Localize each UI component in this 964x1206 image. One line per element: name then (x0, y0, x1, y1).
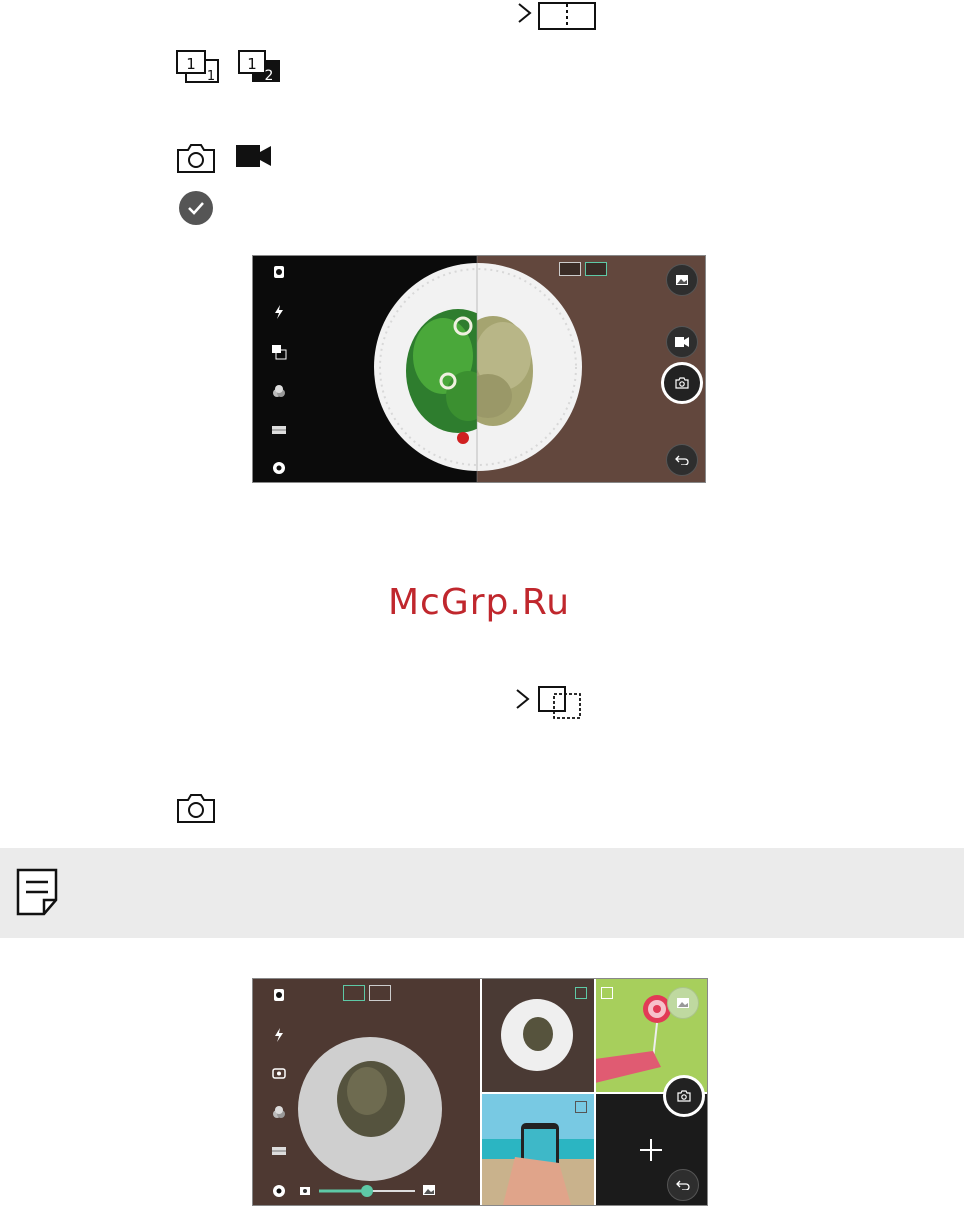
settings-icon[interactable] (271, 264, 287, 280)
chevron-right-icon (516, 689, 530, 709)
grid-icon[interactable] (271, 422, 287, 438)
camera-icon (675, 377, 689, 389)
grid-icon[interactable] (271, 1143, 287, 1159)
settings-icon[interactable] (271, 987, 287, 1003)
shutter-button[interactable] (663, 1075, 705, 1117)
add-pane-button[interactable] (625, 1125, 677, 1177)
zoom-slider[interactable] (319, 1183, 415, 1199)
svg-text:2: 2 (265, 68, 274, 84)
multi-view-toggle[interactable] (585, 262, 607, 276)
check-circle-icon (179, 191, 213, 225)
flash-off-icon[interactable] (271, 304, 287, 320)
video-camera-icon (675, 337, 689, 347)
back-button[interactable] (666, 444, 698, 476)
frame-1-2-icon: 1 2 (238, 50, 280, 84)
image-icon (677, 998, 689, 1008)
frame-1-2-icon[interactable] (271, 344, 287, 360)
gallery-button[interactable] (666, 264, 698, 296)
single-view-toggle[interactable] (559, 262, 581, 276)
camera-icon (677, 1090, 691, 1102)
video-button[interactable] (666, 326, 698, 358)
split-scene (374, 256, 705, 482)
note-icon (16, 868, 58, 916)
chevron-right-icon (518, 3, 532, 23)
gallery-small-icon (423, 1185, 435, 1195)
flash-off-icon[interactable] (271, 1027, 287, 1043)
camera-switch-icon[interactable] (271, 1065, 287, 1081)
multi-view-toggle[interactable] (369, 985, 391, 1001)
camera-icon (177, 794, 215, 823)
gallery-button[interactable] (667, 987, 699, 1019)
pane-frame-icon[interactable] (575, 1101, 587, 1113)
back-arrow-icon (676, 1180, 690, 1190)
single-view-toggle[interactable] (343, 985, 365, 1001)
watermark: McGrp.Ru (388, 582, 571, 623)
svg-text:1: 1 (186, 55, 196, 73)
gear-icon[interactable] (271, 1183, 287, 1199)
filter-icon[interactable] (271, 1105, 287, 1121)
svg-text:1: 1 (247, 55, 257, 73)
camera-screenshot-multiview (252, 978, 708, 1206)
video-camera-icon (236, 145, 271, 167)
pane-frame-icon[interactable] (575, 987, 587, 999)
camera-icon (177, 144, 215, 173)
pane-frame-icon[interactable] (601, 987, 613, 999)
svg-text:1: 1 (207, 69, 215, 84)
back-arrow-icon (675, 455, 689, 465)
camera-screenshot-split (252, 255, 706, 483)
image-icon (676, 275, 688, 285)
shutter-button[interactable] (661, 362, 703, 404)
frame-1-1-icon: 1 1 (176, 50, 219, 84)
overlap-frame-icon (538, 686, 581, 719)
note-bar (0, 848, 964, 938)
zoom-camera-icon (300, 1187, 310, 1195)
filter-icon[interactable] (271, 384, 287, 400)
split-frame-icon (538, 2, 596, 30)
gear-icon[interactable] (271, 460, 287, 476)
